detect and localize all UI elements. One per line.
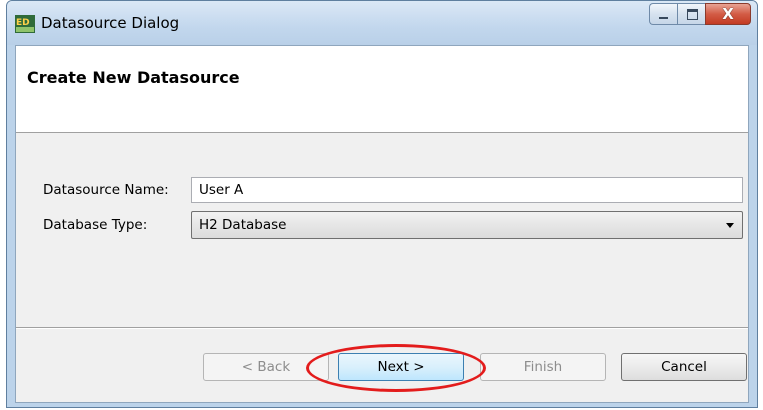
database-type-value: H2 Database bbox=[199, 217, 287, 233]
chevron-down-icon[interactable] bbox=[726, 223, 734, 228]
close-button[interactable]: X bbox=[705, 3, 751, 25]
maximize-icon bbox=[687, 9, 698, 20]
svg-text:ED: ED bbox=[16, 18, 30, 28]
close-icon: X bbox=[722, 5, 734, 23]
page-title: Create New Datasource bbox=[27, 68, 240, 87]
next-button-highlight-annotation bbox=[306, 344, 486, 392]
window-title: Datasource Dialog bbox=[41, 14, 180, 32]
cancel-button[interactable]: Cancel bbox=[621, 353, 747, 381]
finish-button[interactable]: Finish bbox=[480, 353, 606, 381]
app-icon: ED bbox=[15, 15, 35, 33]
database-type-select[interactable]: H2 Database bbox=[191, 211, 743, 239]
database-type-label: Database Type: bbox=[43, 217, 148, 233]
header-panel: Create New Datasource bbox=[16, 46, 748, 133]
button-bar-divider bbox=[16, 327, 748, 329]
maximize-button[interactable] bbox=[677, 3, 705, 25]
datasource-name-label: Datasource Name: bbox=[43, 182, 169, 198]
datasource-name-input[interactable]: User A bbox=[191, 177, 743, 203]
window-controls: X bbox=[649, 3, 751, 25]
minimize-icon bbox=[659, 17, 668, 19]
title-bar[interactable]: ED Datasource Dialog X bbox=[7, 1, 757, 45]
minimize-button[interactable] bbox=[649, 3, 677, 25]
